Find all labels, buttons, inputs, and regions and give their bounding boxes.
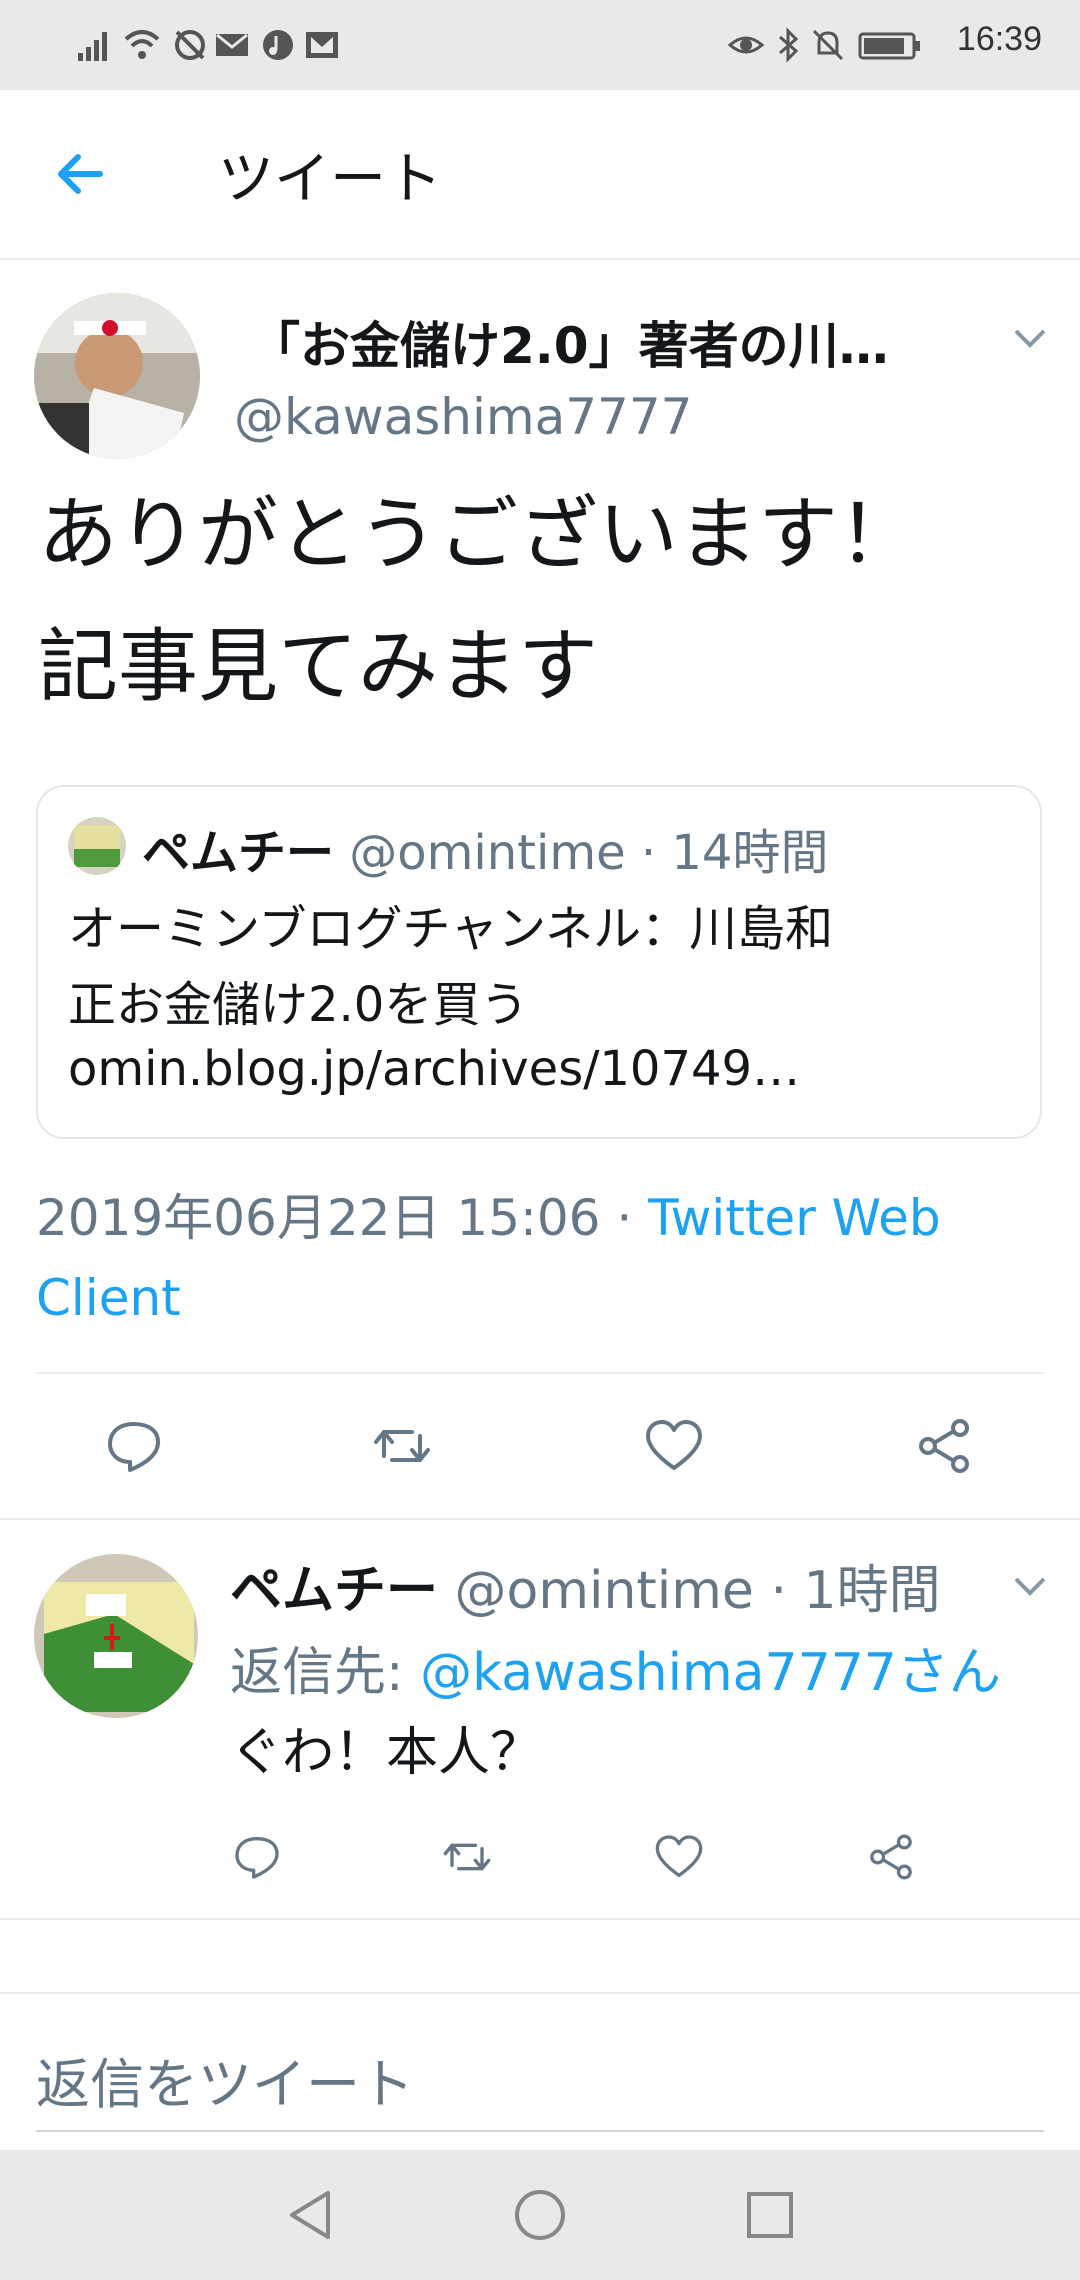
clock: 16:39	[956, 20, 1042, 58]
arrow-left-icon[interactable]	[52, 144, 112, 204]
app-header: ツイート	[0, 90, 1080, 260]
reply-icon[interactable]	[104, 1416, 164, 1476]
tweet-handle[interactable]: @kawashima7777	[234, 388, 692, 446]
chevron-down-icon[interactable]	[1010, 318, 1050, 358]
share-icon[interactable]	[914, 1416, 974, 1476]
tweet-text-line: 記事見てみます	[38, 620, 598, 713]
tweet-display-name[interactable]: 「お金儲け2.0」著者の川…	[250, 306, 889, 378]
battery-icon	[858, 32, 920, 60]
tweet-timestamp: 2019年06月22日 15:06 ·	[36, 1189, 649, 1247]
avatar-photo	[34, 293, 200, 459]
quoted-display-name: ペムチー	[142, 825, 335, 881]
divider	[0, 1918, 1080, 1920]
wifi-icon	[124, 30, 160, 59]
reply-prefix: 返信先:	[230, 1643, 421, 1703]
system-nav-bar	[0, 2150, 1080, 2280]
avatar-photo	[34, 1554, 198, 1718]
nav-back-icon[interactable]	[280, 2185, 340, 2245]
reply-handle[interactable]: @omintime	[455, 1561, 754, 1621]
tweet-body: ありがとうございます！ 記事見てみます	[38, 485, 1038, 717]
composer-underline	[36, 2130, 1044, 2132]
tweet-metadata: 2019年06月22日 15:06 · Twitter Web Client	[36, 1178, 1046, 1338]
like-heart-icon[interactable]	[654, 1832, 704, 1882]
mail-icon	[216, 33, 248, 56]
reply-time: · 1時間	[770, 1561, 941, 1621]
reply-icon[interactable]	[232, 1832, 282, 1882]
quoted-handle: @omintime	[349, 825, 626, 881]
tweet-text-line: ありがとうございます！	[38, 488, 918, 581]
gmail-icon	[306, 32, 338, 58]
divider	[0, 1992, 1080, 1994]
music-icon	[263, 30, 293, 60]
quoted-tweet-card[interactable]: ペムチー @omintime · 14時間 オーミンブログチャンネル：川島和 正…	[36, 785, 1042, 1139]
retweet-icon[interactable]	[442, 1832, 492, 1882]
reply-target-link[interactable]: @kawashima7777さん	[420, 1643, 1001, 1703]
share-icon[interactable]	[866, 1832, 916, 1882]
signal-icon	[78, 32, 107, 61]
reply-body: ぐわ！本人？	[230, 1723, 543, 1783]
reply-header: ペムチー @omintime · 1時間	[230, 1548, 941, 1623]
quoted-text-line: オーミンブログチャンネル：川島和	[68, 901, 834, 957]
like-heart-icon[interactable]	[644, 1416, 704, 1476]
status-bar: 16:39	[0, 0, 1080, 90]
data-saver-icon	[175, 30, 205, 60]
quoted-link[interactable]: omin.blog.jp/archives/10749…	[68, 1041, 800, 1097]
quoted-time: · 14時間	[640, 825, 829, 881]
silent-bell-icon	[812, 29, 844, 61]
avatar[interactable]	[34, 293, 200, 459]
nav-home-icon[interactable]	[510, 2185, 570, 2245]
page-title: ツイート	[218, 147, 442, 212]
eye-comfort-icon	[728, 36, 764, 54]
avatar[interactable]	[34, 1554, 198, 1718]
reply-display-name[interactable]: ペムチー	[230, 1561, 438, 1621]
retweet-icon[interactable]	[372, 1416, 432, 1476]
bluetooth-icon	[779, 27, 799, 63]
quoted-avatar	[68, 817, 126, 875]
divider	[0, 1518, 1080, 1520]
divider	[36, 1372, 1044, 1374]
replying-to: 返信先: @kawashima7777さん	[230, 1630, 1001, 1705]
reply-composer-input[interactable]: 返信をツイート	[36, 2040, 414, 2119]
quoted-header: ペムチー @omintime · 14時間	[142, 813, 828, 883]
chevron-down-icon[interactable]	[1010, 1566, 1050, 1606]
quoted-text-line: 正お金儲け2.0を買う	[68, 977, 529, 1033]
nav-recents-icon[interactable]	[740, 2185, 800, 2245]
